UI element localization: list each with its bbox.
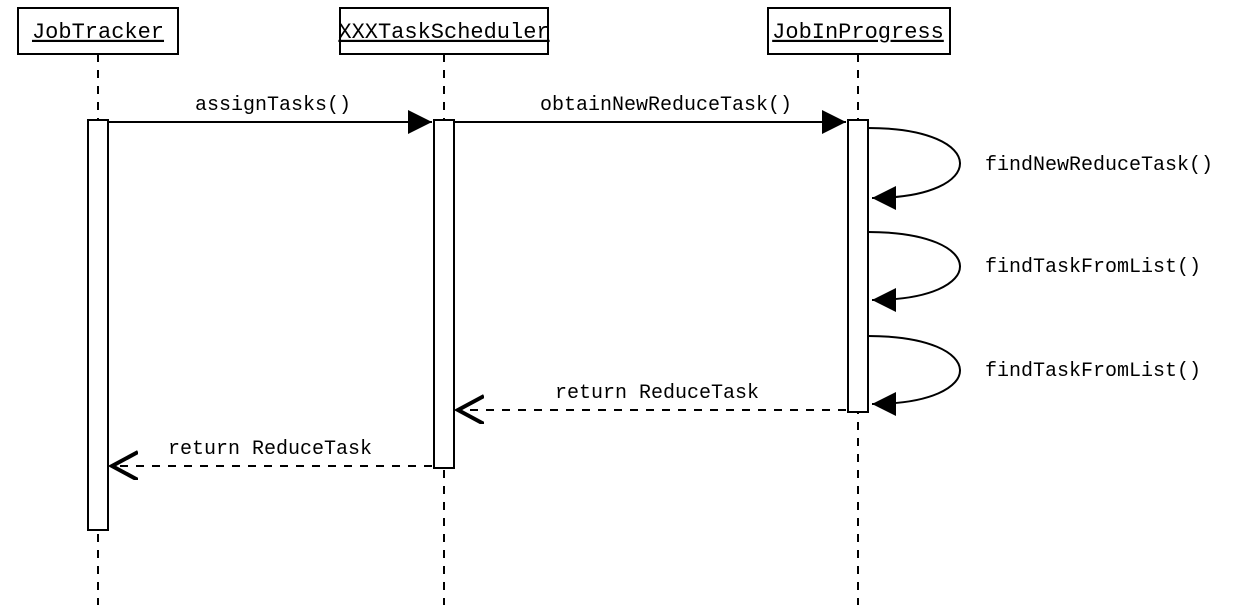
self-message-label-findtaskfromlist-2: findTaskFromList() (985, 360, 1201, 383)
return-label-reducetask-1: return ReduceTask (555, 382, 759, 405)
participant-label-scheduler: XXXTaskScheduler (338, 20, 549, 45)
activation-scheduler (434, 120, 454, 468)
activation-jobtracker (88, 120, 108, 530)
self-message-label-findtaskfromlist-1: findTaskFromList() (985, 256, 1201, 279)
self-message-findnewreducetask (868, 128, 960, 198)
activation-jobinprogress (848, 120, 868, 412)
message-label-assigntasks: assignTasks() (195, 94, 351, 117)
self-message-findtaskfromlist-2 (868, 336, 960, 404)
message-label-obtainnewreducetask: obtainNewReduceTask() (540, 94, 792, 117)
participant-label-jobinprogress: JobInProgress (772, 20, 944, 45)
self-message-findtaskfromlist-1 (868, 232, 960, 300)
participant-label-jobtracker: JobTracker (32, 20, 164, 45)
self-message-label-findnewreducetask: findNewReduceTask() (985, 154, 1213, 177)
return-label-reducetask-2: return ReduceTask (168, 438, 372, 461)
